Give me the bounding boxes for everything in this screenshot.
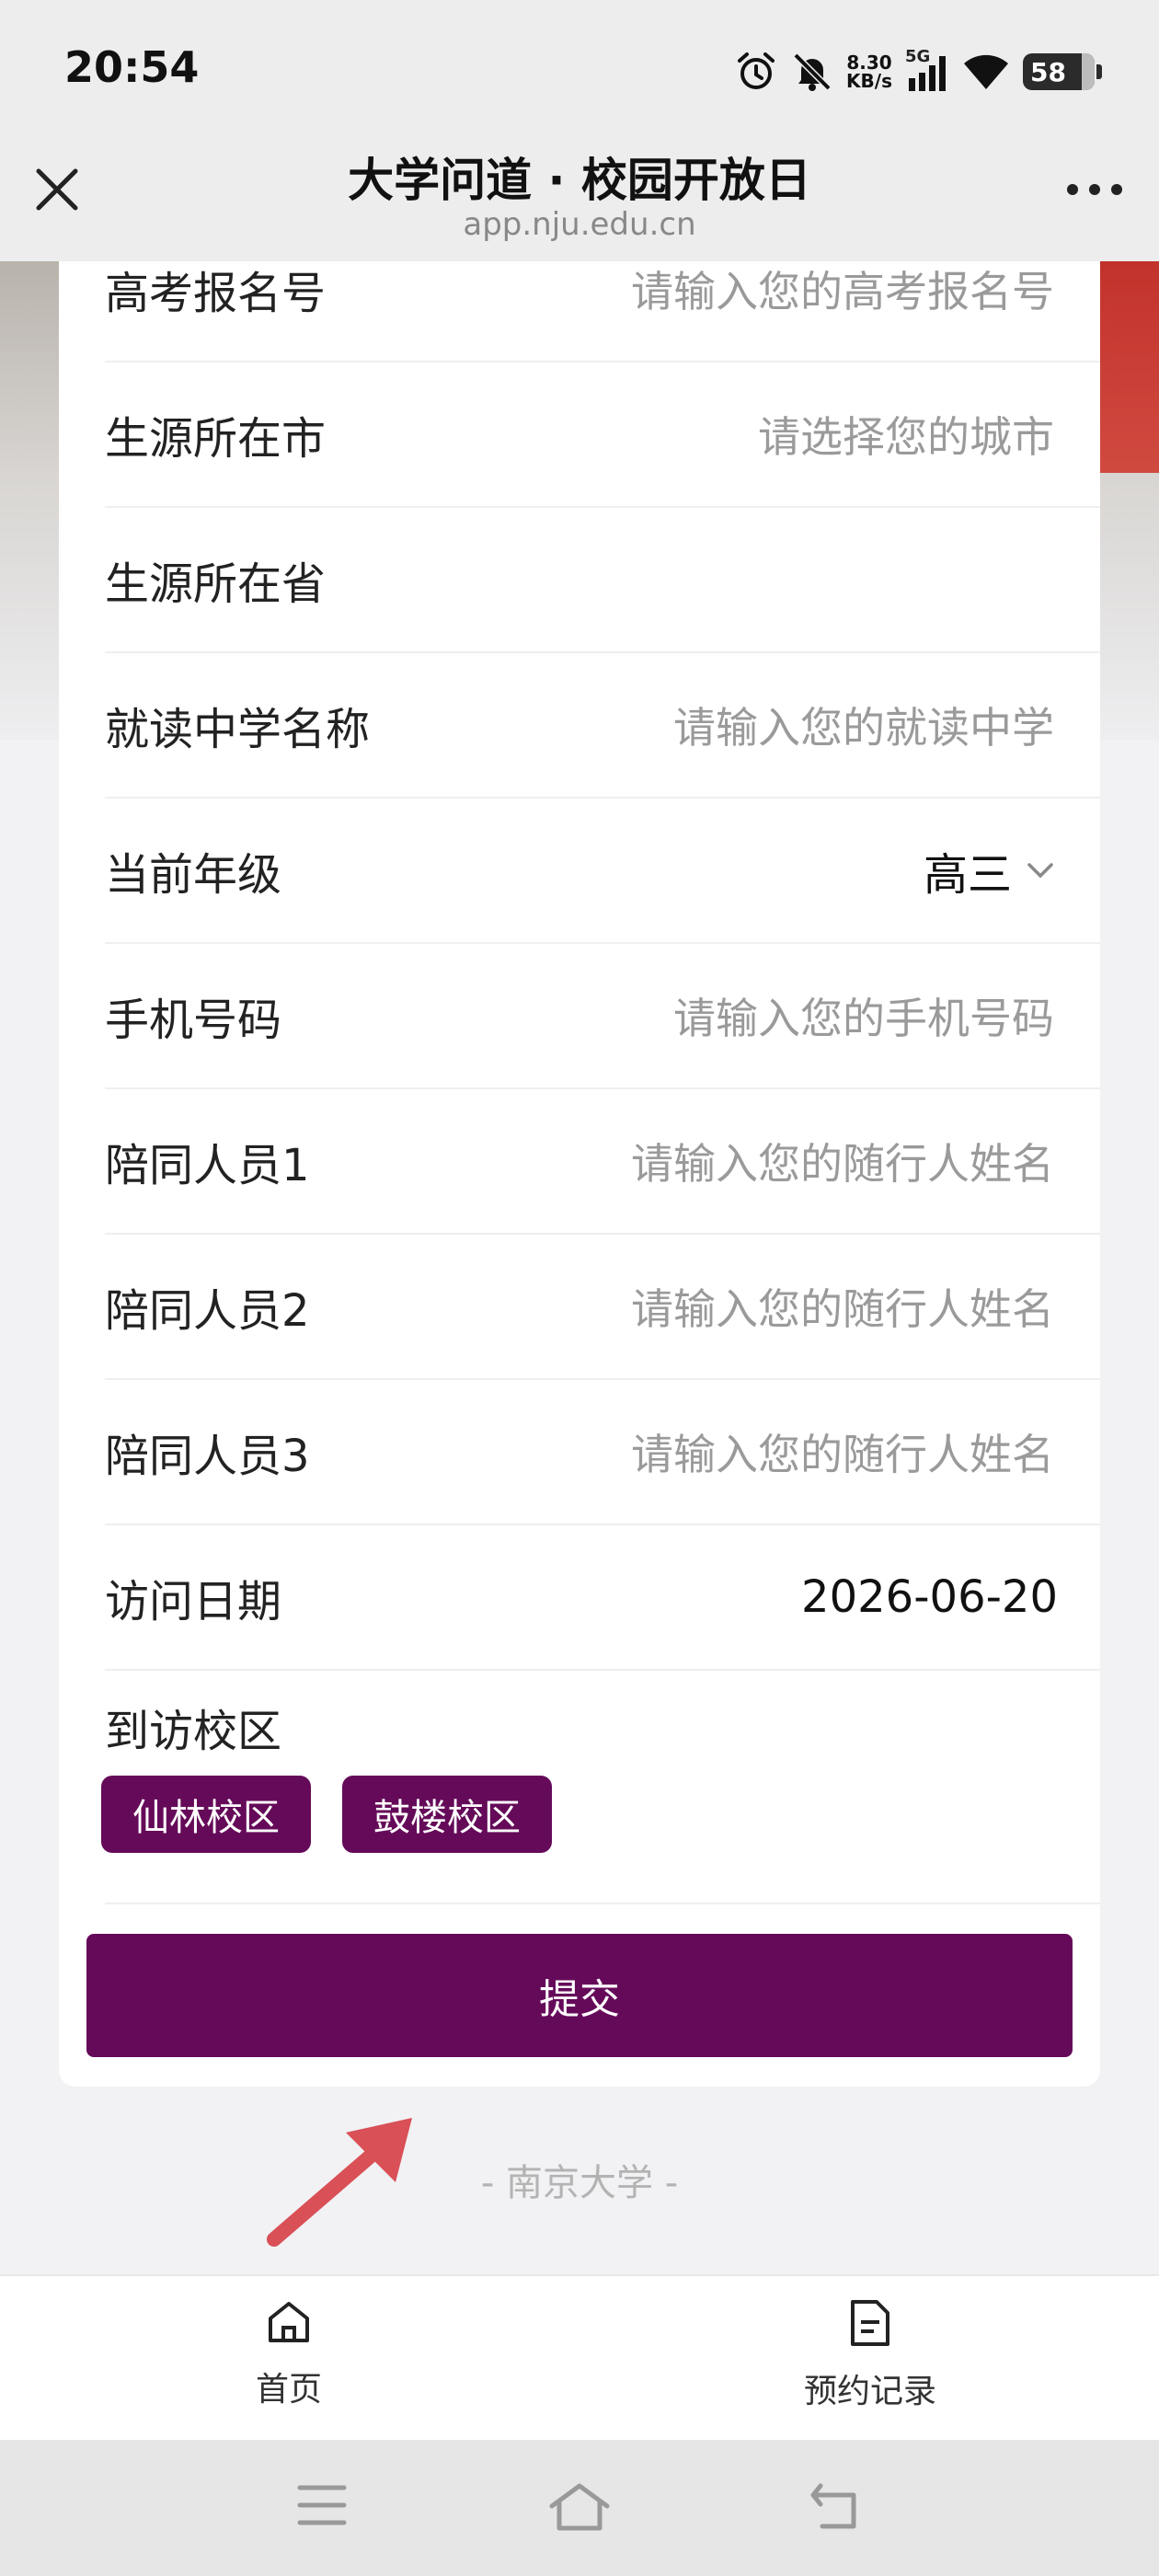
form-row-exam-number[interactable]: 高考报名号 请输入您的高考报名号 (105, 217, 1100, 362)
status-icons: 8.30 KB/s 5G 58 (734, 46, 1102, 98)
signal-icon: 5G (905, 47, 949, 93)
back-icon[interactable] (809, 2482, 865, 2532)
form-row-label: 就读中学名称 (105, 704, 371, 755)
form-row-school[interactable]: 就读中学名称 请输入您的就读中学 (105, 653, 1100, 799)
form-row-label: 生源所在市 (105, 413, 327, 465)
nav-item-label: 预约记录 (803, 2373, 936, 2410)
document-icon (851, 2300, 889, 2346)
form-row-companion-3[interactable]: 陪同人员3 请输入您的随行人姓名 (105, 1380, 1100, 1525)
campus-label: 到访校区 (105, 1706, 282, 1757)
visit-date-picker[interactable]: 2026-06-20 (801, 1571, 1058, 1623)
grade-value: 高三 (923, 849, 1012, 901)
form-row-label: 手机号码 (105, 995, 282, 1046)
phone-input[interactable]: 请输入您的手机号码 (673, 985, 1054, 1046)
chevron-down-icon (1027, 863, 1053, 879)
form-row-companion-1[interactable]: 陪同人员1 请输入您的随行人姓名 (105, 1089, 1100, 1235)
divider (105, 1903, 1100, 1904)
banner-red-decoration (1095, 261, 1159, 473)
exam-number-input[interactable]: 请输入您的高考报名号 (631, 259, 1054, 319)
net-speed-value: 8.30 (846, 52, 892, 74)
form-row-province[interactable]: 生源所在省 (105, 508, 1100, 653)
battery-level: 58 (1030, 56, 1066, 87)
grade-select[interactable]: 高三 (924, 838, 1054, 903)
status-bar: 20:54 8.30 KB/s 5G 58 (0, 0, 1159, 147)
menu-icon[interactable] (296, 2482, 348, 2528)
footer-text: - 南京大学 - (480, 2162, 679, 2204)
form-row-visit-date[interactable]: 访问日期 2026-06-20 (105, 1525, 1100, 1671)
annotation-arrow-icon (267, 2118, 412, 2247)
city-select[interactable]: 请选择您的城市 (758, 404, 1054, 465)
battery-icon: 58 (1023, 53, 1102, 90)
page-title: 大学问道 · 校园开放日 (348, 154, 811, 207)
form-row-city[interactable]: 生源所在市 请选择您的城市 (105, 362, 1100, 508)
companion-2-input[interactable]: 请输入您的随行人姓名 (631, 1276, 1054, 1337)
submit-button[interactable]: 提交 (86, 1934, 1073, 2057)
companion-3-input[interactable]: 请输入您的随行人姓名 (631, 1421, 1054, 1482)
alarm-icon (734, 50, 778, 94)
school-input[interactable]: 请输入您的就读中学 (673, 695, 1054, 755)
form-row-label: 陪同人员3 (105, 1431, 310, 1482)
form-card: 生源所在市 请选择您的城市 生源所在省 就读中学名称 请输入您的就读中学 当前年… (59, 362, 1100, 2087)
wifi-icon (962, 52, 1010, 91)
campus-option-gulou[interactable]: 鼓楼校区 (342, 1776, 552, 1853)
bottom-nav: 首页 预约记录 (0, 2274, 1159, 2440)
nav-item-records[interactable]: 预约记录 (732, 2298, 1008, 2412)
form-row-label: 陪同人员2 (105, 1285, 310, 1337)
form-row-label: 陪同人员1 (105, 1140, 310, 1191)
net-speed-unit: KB/s (846, 70, 892, 92)
system-nav-bar (0, 2440, 1159, 2576)
nav-item-home[interactable]: 首页 (151, 2298, 427, 2410)
form-row-companion-2[interactable]: 陪同人员2 请输入您的随行人姓名 (105, 1235, 1100, 1380)
nav-item-label: 首页 (255, 2371, 322, 2409)
form-row-label: 高考报名号 (105, 268, 327, 319)
campus-option-xianlin[interactable]: 仙林校区 (101, 1776, 311, 1853)
status-time: 20:54 (64, 42, 200, 92)
net-speed: 8.30 KB/s (846, 53, 892, 90)
form-card-top: 高考报名号 请输入您的高考报名号 (59, 261, 1100, 362)
home-outline-icon[interactable] (548, 2482, 611, 2532)
network-type: 5G (905, 47, 931, 66)
mute-bell-icon (791, 51, 833, 93)
form-row-label: 生源所在省 (105, 558, 327, 610)
form-row-grade[interactable]: 当前年级 高三 (105, 799, 1100, 944)
companion-1-input[interactable]: 请输入您的随行人姓名 (631, 1131, 1054, 1191)
more-dots-icon[interactable] (1067, 184, 1122, 199)
home-icon (269, 2302, 309, 2342)
form-row-label: 访问日期 (105, 1576, 282, 1627)
form-row-label: 当前年级 (105, 849, 282, 901)
form-row-phone[interactable]: 手机号码 请输入您的手机号码 (105, 944, 1100, 1089)
campus-options: 仙林校区 鼓楼校区 (101, 1776, 552, 1853)
